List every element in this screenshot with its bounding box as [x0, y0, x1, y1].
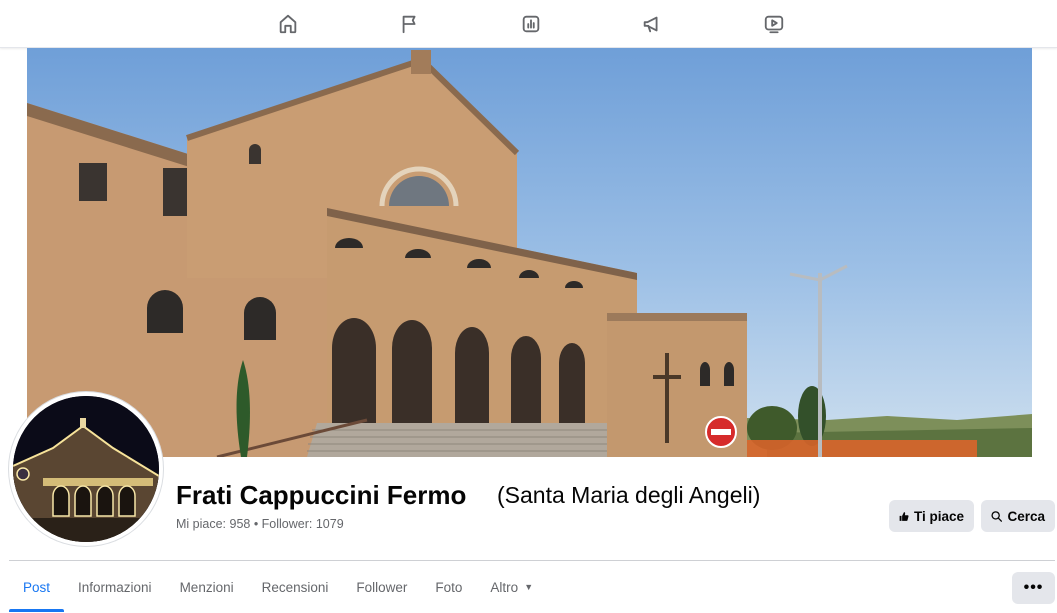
nav-home-button[interactable] — [268, 8, 308, 40]
tab-recensioni[interactable]: Recensioni — [248, 562, 343, 612]
video-icon — [764, 15, 784, 34]
nav-video-button[interactable] — [754, 8, 794, 40]
insights-icon — [522, 15, 540, 33]
nav-insights-button[interactable] — [511, 8, 551, 40]
tab-foto[interactable]: Foto — [421, 562, 476, 612]
page-tabs: Post Informazioni Menzioni Recensioni Fo… — [9, 562, 547, 612]
like-button-label: Ti piace — [913, 508, 964, 524]
page-title: Frati Cappuccini Fermo — [176, 480, 467, 510]
tab-follower[interactable]: Follower — [342, 562, 421, 612]
nav-flag-button[interactable] — [390, 8, 430, 40]
thumbs-up-icon — [899, 511, 909, 521]
cover-photo[interactable] — [27, 48, 1032, 457]
search-button-label: Cerca — [1007, 508, 1045, 524]
caret-down-icon: ▼ — [524, 582, 534, 592]
header-divider — [9, 560, 1055, 561]
page-subtitle: (Santa Maria degli Angeli) — [497, 482, 761, 508]
page-avatar[interactable] — [9, 392, 163, 546]
tab-altro[interactable]: Altro ▼ — [476, 562, 547, 612]
page-stats[interactable]: Mi piace: 958 • Follower: 1079 — [176, 517, 344, 531]
home-icon — [279, 14, 297, 34]
avatar-church-night-illustration — [13, 396, 159, 542]
church-cover-illustration — [27, 50, 1032, 457]
megaphone-icon — [643, 16, 658, 33]
search-button[interactable]: Cerca — [981, 500, 1055, 532]
like-button[interactable]: Ti piace — [889, 500, 974, 532]
top-navigation — [0, 0, 1057, 48]
tab-informazioni[interactable]: Informazioni — [64, 562, 166, 612]
tab-post[interactable]: Post — [9, 562, 65, 612]
search-icon — [991, 510, 1003, 522]
nav-ads-button[interactable] — [632, 8, 672, 40]
flag-icon — [402, 15, 416, 34]
more-options-icon: ••• — [1023, 579, 1044, 596]
more-options-button[interactable]: ••• — [1012, 572, 1055, 604]
tab-menzioni[interactable]: Menzioni — [166, 562, 248, 612]
